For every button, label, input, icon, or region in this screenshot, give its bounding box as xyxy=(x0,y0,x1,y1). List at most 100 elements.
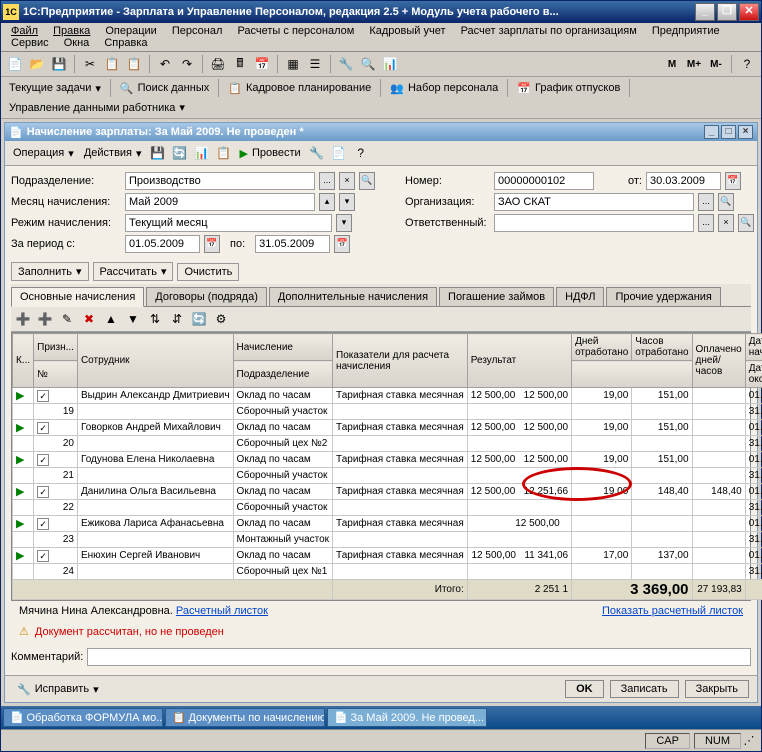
fill-button[interactable]: Заполнить ▾ xyxy=(11,262,89,281)
division-input[interactable] xyxy=(125,172,315,190)
copy-icon[interactable]: 📋 xyxy=(102,54,122,74)
task-item-3[interactable]: 📄 За Май 2009. Не провед... xyxy=(327,708,487,727)
tab-loans[interactable]: Погашение займов xyxy=(439,287,554,306)
comment-input[interactable] xyxy=(87,648,751,666)
grid-up-icon[interactable]: ▲ xyxy=(101,309,121,329)
mode-input[interactable] xyxy=(125,214,332,232)
task-item-2[interactable]: 📋 Документы по начислению... xyxy=(165,708,325,727)
table-row-sub[interactable]: 19 Сборочный участок 31.05.2009 xyxy=(13,404,762,420)
menu-service[interactable]: Сервис xyxy=(5,35,55,51)
col-start[interactable]: Дата начала xyxy=(745,334,762,361)
org-select-btn[interactable]: ... xyxy=(698,193,714,211)
doc-nav-icon[interactable]: 📊 xyxy=(192,143,212,163)
calc-icon[interactable]: 🖩 xyxy=(230,54,250,74)
tool-icon-3[interactable]: 📊 xyxy=(380,54,400,74)
print-icon[interactable]: 🖨 xyxy=(208,54,228,74)
tool-icon-2[interactable]: 🔍 xyxy=(358,54,378,74)
menu-windows[interactable]: Окна xyxy=(58,35,96,51)
col-result[interactable]: Результат xyxy=(467,334,571,388)
doc-refresh-icon[interactable]: 🔄 xyxy=(170,143,190,163)
grid-refresh-icon[interactable]: 🔄 xyxy=(189,309,209,329)
post-button[interactable]: ▶Провести xyxy=(236,145,305,162)
save-icon[interactable]: 💾 xyxy=(49,54,69,74)
grid-edit-icon[interactable]: ✎ xyxy=(57,309,77,329)
doc-tool-icon[interactable]: 🔧 xyxy=(307,143,327,163)
table-row-sub[interactable]: 24 Сборочный цех №1 31.05.2009 xyxy=(13,564,762,580)
payslip-link[interactable]: Расчетный листок xyxy=(176,605,268,617)
col-days[interactable]: Дней отработано xyxy=(572,334,632,361)
period-from-cal-btn[interactable]: 📅 xyxy=(204,235,220,253)
tb-tasks[interactable]: Текущие задачи ▾ xyxy=(5,80,105,97)
table-row-sub[interactable]: 22 Сборочный участок 31.05.2009 xyxy=(13,500,762,516)
table-row[interactable]: ▶ ✓ Данилина Ольга Васильевна Оклад по ч… xyxy=(13,484,762,500)
division-clear-btn[interactable]: × xyxy=(339,172,355,190)
table-row[interactable]: ▶ ✓ Выдрин Александр Дмитриевич Оклад по… xyxy=(13,388,762,404)
grid-add-icon[interactable]: ➕ xyxy=(13,309,33,329)
col-n[interactable]: № xyxy=(34,361,78,388)
menu-help[interactable]: Справка xyxy=(98,35,153,51)
ok-button[interactable]: OK xyxy=(565,680,604,698)
tb-search[interactable]: 🔍Поиск данных xyxy=(116,80,213,97)
division-select-btn[interactable]: ... xyxy=(319,172,335,190)
grid-insert-icon[interactable]: ➕ xyxy=(35,309,55,329)
new-icon[interactable]: 📄 xyxy=(5,54,25,74)
menu-salary-calc[interactable]: Расчет зарплаты по организациям xyxy=(455,23,643,39)
tab-ndfl[interactable]: НДФЛ xyxy=(556,287,604,306)
help-icon[interactable]: ? xyxy=(737,54,757,74)
menu-personnel[interactable]: Персонал xyxy=(166,23,229,39)
division-search-btn[interactable]: 🔍 xyxy=(359,172,375,190)
save-button[interactable]: Записать xyxy=(610,680,679,698)
tool-icon-1[interactable]: 🔧 xyxy=(336,54,356,74)
tab-contracts[interactable]: Договоры (подряда) xyxy=(146,287,267,306)
month-down-btn[interactable]: ▾ xyxy=(339,193,355,211)
minimize-button[interactable]: _ xyxy=(695,3,715,21)
grid-delete-icon[interactable]: ✖ xyxy=(79,309,99,329)
tb-mgmt[interactable]: Управление данными работника ▾ xyxy=(5,99,189,116)
table-row[interactable]: ▶ ✓ Говорков Андрей Михайлович Оклад по … xyxy=(13,420,762,436)
menu-enterprise[interactable]: Предприятие xyxy=(646,23,726,39)
clear-button[interactable]: Очистить xyxy=(177,263,239,281)
resp-input[interactable] xyxy=(494,214,694,232)
cut-icon[interactable]: ✂ xyxy=(80,54,100,74)
date-input[interactable] xyxy=(646,172,721,190)
doc-maximize-button[interactable]: □ xyxy=(721,125,736,139)
col-end[interactable]: Дата окончания xyxy=(745,361,762,388)
calc-button[interactable]: Рассчитать ▾ xyxy=(93,262,174,281)
undo-icon[interactable]: ↶ xyxy=(155,54,175,74)
fix-button[interactable]: 🔧Исправить ▾ xyxy=(13,681,103,698)
tab-additional[interactable]: Дополнительные начисления xyxy=(269,287,437,306)
mode-m-icon[interactable]: M xyxy=(662,54,682,74)
col-hours[interactable]: Часов отработано xyxy=(632,334,692,361)
col-accrual[interactable]: Начисление xyxy=(233,334,333,361)
date-cal-btn[interactable]: 📅 xyxy=(725,172,741,190)
show-payslip-link[interactable]: Показать расчетный листок xyxy=(602,605,743,617)
mode-drop-btn[interactable]: ▾ xyxy=(336,214,352,232)
maximize-button[interactable]: ❐ xyxy=(717,3,737,21)
grid-icon[interactable]: ▦ xyxy=(283,54,303,74)
col-k[interactable]: К... xyxy=(13,334,34,388)
redo-icon[interactable]: ↷ xyxy=(177,54,197,74)
doc-close-button[interactable]: × xyxy=(738,125,753,139)
tab-main-accruals[interactable]: Основные начисления xyxy=(11,287,144,307)
tb-planning[interactable]: 📋Кадровое планирование xyxy=(224,80,375,97)
doc-report-icon[interactable]: 📋 xyxy=(214,143,234,163)
paste-icon[interactable]: 📋 xyxy=(124,54,144,74)
close-doc-button[interactable]: Закрыть xyxy=(685,680,749,698)
tb-recruit[interactable]: 👥Набор персонала xyxy=(386,80,502,97)
grid-sort-icon[interactable]: ⇅ xyxy=(145,309,165,329)
org-search-btn[interactable]: 🔍 xyxy=(718,193,734,211)
col-indicators[interactable]: Показатели для расчета начисления xyxy=(333,334,468,388)
resp-search-btn[interactable]: 🔍 xyxy=(738,214,754,232)
table-row-sub[interactable]: 23 Монтажный участок 31.05.2009 xyxy=(13,532,762,548)
mode-mminus-icon[interactable]: M- xyxy=(706,54,726,74)
doc-help-icon[interactable]: ? xyxy=(351,143,371,163)
grid-down-icon[interactable]: ▼ xyxy=(123,309,143,329)
table-row-sub[interactable]: 20 Сборочный цех №2 31.05.2009 xyxy=(13,436,762,452)
tb-vacation[interactable]: 📅График отпусков xyxy=(513,80,624,97)
table-row[interactable]: ▶ ✓ Ежикова Лариса Афанасьевна Оклад по … xyxy=(13,516,762,532)
col-emp[interactable]: Сотрудник xyxy=(77,334,233,388)
month-input[interactable] xyxy=(125,193,315,211)
month-up-btn[interactable]: ▴ xyxy=(319,193,335,211)
doc-save-icon[interactable]: 💾 xyxy=(148,143,168,163)
doc-info-icon[interactable]: 📄 xyxy=(329,143,349,163)
